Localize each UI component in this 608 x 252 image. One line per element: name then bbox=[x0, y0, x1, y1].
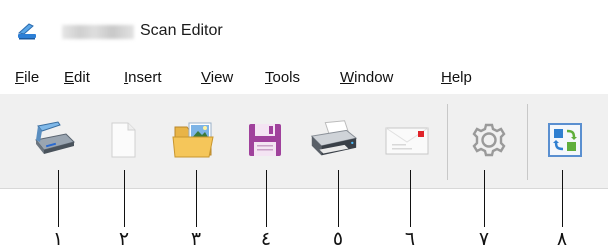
callout-line bbox=[266, 170, 268, 227]
menu-insert[interactable]: Insert bbox=[124, 69, 162, 86]
callout-line bbox=[58, 170, 60, 227]
toolbar bbox=[0, 96, 608, 188]
callout-line bbox=[338, 170, 340, 227]
scanner-icon bbox=[35, 121, 75, 154]
scan-button[interactable] bbox=[28, 112, 82, 168]
callout-line bbox=[484, 170, 486, 227]
email-button[interactable] bbox=[380, 112, 434, 168]
callout-number: ٨ bbox=[556, 228, 568, 250]
callout-number: ٢ bbox=[118, 228, 130, 250]
new-document-button[interactable] bbox=[96, 112, 150, 168]
open-button[interactable] bbox=[168, 112, 222, 168]
menu-file[interactable]: File bbox=[15, 69, 39, 86]
save-floppy-icon bbox=[249, 124, 281, 156]
convert-button[interactable] bbox=[538, 112, 592, 168]
callout-number: ٧ bbox=[478, 228, 490, 250]
toolbar-separator bbox=[527, 104, 528, 180]
callout-number: ٣ bbox=[190, 228, 202, 250]
callout-line bbox=[410, 170, 412, 227]
save-button[interactable] bbox=[238, 112, 292, 168]
toolbar-separator bbox=[447, 104, 448, 180]
menu-help[interactable]: Help bbox=[441, 69, 472, 86]
scanner-app-icon bbox=[17, 23, 36, 40]
redacted-title-part bbox=[62, 25, 134, 39]
menu-view[interactable]: View bbox=[201, 69, 233, 86]
menu-bar: File Edit Insert View Tools Window Help bbox=[0, 62, 608, 94]
open-folder-icon bbox=[172, 122, 214, 158]
callout-line bbox=[562, 170, 564, 227]
title-bar: Scan Editor bbox=[0, 0, 608, 62]
callout-number: ٦ bbox=[404, 228, 416, 250]
new-document-icon bbox=[111, 122, 136, 158]
callout-number: ٥ bbox=[332, 228, 344, 250]
app-window: Scan Editor File Edit Insert View Tools … bbox=[0, 0, 608, 189]
menu-window[interactable]: Window bbox=[340, 69, 393, 86]
menu-tools[interactable]: Tools bbox=[265, 69, 300, 86]
callout-number: ١ bbox=[52, 228, 64, 250]
menu-edit[interactable]: Edit bbox=[64, 69, 90, 86]
callout-line bbox=[124, 170, 126, 227]
window-title: Scan Editor bbox=[140, 22, 223, 39]
convert-icon bbox=[548, 123, 582, 157]
settings-button[interactable] bbox=[462, 112, 516, 168]
settings-gear-icon bbox=[472, 123, 506, 157]
print-button[interactable] bbox=[306, 112, 360, 168]
email-icon bbox=[385, 127, 429, 155]
printer-icon bbox=[310, 120, 358, 156]
callout-number: ٤ bbox=[260, 228, 272, 250]
callout-line bbox=[196, 170, 198, 227]
